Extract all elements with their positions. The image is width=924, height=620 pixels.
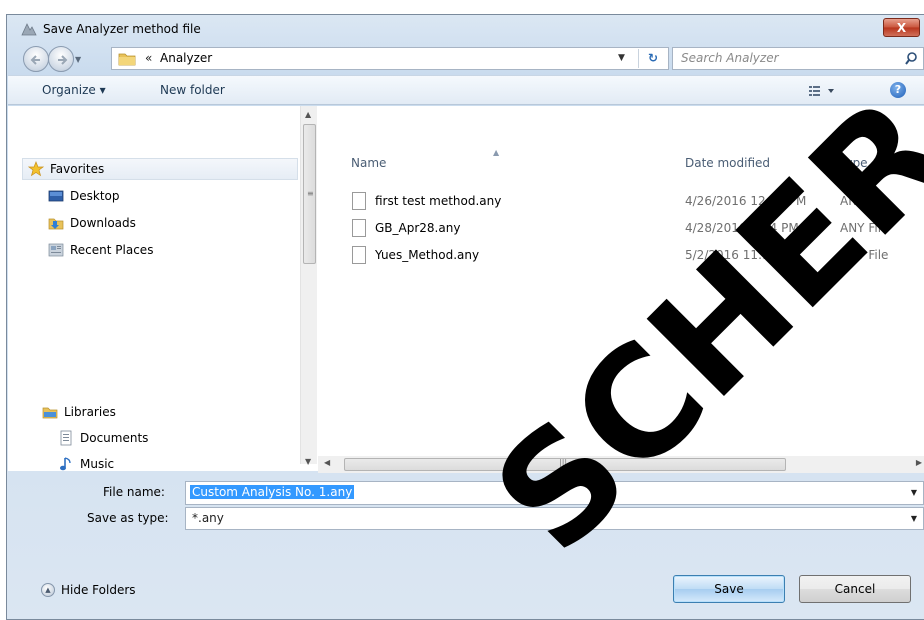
save-type-select[interactable]: *.any ▼: [185, 507, 924, 530]
file-name-field[interactable]: Custom Analysis No. 1.any ▼: [185, 481, 924, 505]
help-icon[interactable]: ?: [890, 82, 906, 98]
recent-locations-dropdown[interactable]: ▼: [75, 55, 81, 64]
column-header-type[interactable]: Type: [840, 156, 868, 170]
nav-favorites[interactable]: Favorites: [28, 159, 104, 179]
command-toolbar: Organize ▾ New folder ?: [8, 75, 924, 105]
refresh-button[interactable]: ↻: [638, 49, 667, 68]
file-name-value: Custom Analysis No. 1.any: [190, 485, 355, 499]
star-icon: [28, 161, 44, 177]
forward-button[interactable]: [48, 46, 74, 72]
view-options-icon[interactable]: [808, 84, 842, 98]
documents-icon: [60, 430, 72, 446]
file-name: first test method.any: [375, 194, 502, 208]
file-date: 4/28/2016 1:24 PM: [685, 221, 799, 235]
scroll-thumb[interactable]: ≡: [303, 124, 316, 264]
nav-libraries-label: Libraries: [64, 405, 116, 419]
nav-music[interactable]: Music: [58, 454, 114, 474]
address-dropdown-arrow[interactable]: ▼: [618, 53, 625, 63]
folder-icon: [118, 53, 136, 66]
nav-documents-label: Documents: [80, 431, 149, 445]
title-bar: Save Analyzer method file X: [7, 15, 924, 43]
address-row: ▼ « Analyzer ▼ ↻ Search Analyzer: [7, 43, 924, 73]
music-icon: [60, 457, 71, 471]
breadcrumb-chevron[interactable]: «: [145, 51, 152, 65]
file-name: GB_Apr28.any: [375, 221, 461, 235]
nav-documents[interactable]: Documents: [58, 428, 148, 448]
navigation-pane: Favorites Desktop Downloads Recent Place…: [8, 106, 298, 471]
scroll-right-arrow[interactable]: ▶: [916, 458, 922, 467]
scroll-grip-icon: ≡: [307, 189, 314, 198]
nav-pane-vertical-scrollbar[interactable]: ▲ ≡ ▼: [300, 106, 317, 466]
collapse-up-icon: ▲: [41, 583, 55, 597]
file-icon: [352, 246, 366, 264]
content-area: Favorites Desktop Downloads Recent Place…: [8, 106, 924, 473]
file-name: Yues_Method.any: [375, 248, 480, 262]
column-header-date-modified[interactable]: Date modified: [685, 156, 770, 170]
search-icon[interactable]: [905, 52, 917, 66]
close-button[interactable]: X: [883, 18, 920, 37]
nav-libraries[interactable]: Libraries: [42, 402, 116, 422]
desktop-icon: [48, 190, 64, 202]
save-dialog: Save Analyzer method file X ▼ « Analyzer…: [6, 14, 924, 620]
nav-recent-places[interactable]: Recent Places: [48, 240, 153, 260]
search-placeholder: Search Analyzer: [681, 51, 779, 65]
address-bar[interactable]: « Analyzer ▼ ↻: [111, 47, 669, 70]
nav-favorites-label: Favorites: [50, 162, 105, 176]
column-header-name[interactable]: Name: [351, 156, 386, 170]
forward-arrow-icon: [58, 55, 68, 65]
back-button[interactable]: [23, 46, 49, 72]
file-type: ANY File: [840, 248, 889, 262]
scroll-thumb[interactable]: |||: [344, 458, 786, 471]
scroll-grip-icon: |||: [559, 458, 568, 467]
nav-recent-places-label: Recent Places: [70, 243, 154, 257]
hide-folders-button[interactable]: ▲ Hide Folders: [41, 583, 136, 597]
file-date: 4/26/2016 12:57 PM: [685, 194, 807, 208]
breadcrumb-analyzer[interactable]: Analyzer: [160, 51, 212, 65]
new-folder-button[interactable]: New folder: [160, 83, 225, 97]
nav-desktop[interactable]: Desktop: [48, 186, 120, 206]
nav-downloads[interactable]: Downloads: [48, 213, 136, 233]
save-type-value: *.any: [192, 511, 224, 525]
back-arrow-icon: [30, 55, 40, 65]
scroll-left-arrow[interactable]: ◀: [324, 458, 330, 467]
nav-music-label: Music: [80, 457, 115, 471]
search-input[interactable]: Search Analyzer: [672, 47, 924, 70]
file-type: ANY File: [840, 194, 889, 208]
file-icon: [352, 219, 366, 237]
file-date: 5/2/2016 11:18 PM: [685, 248, 799, 262]
window-title: Save Analyzer method file: [43, 22, 201, 36]
file-list-horizontal-scrollbar[interactable]: ◀ ||| ▶: [318, 456, 924, 473]
scroll-down-arrow[interactable]: ▼: [305, 457, 311, 466]
libraries-icon: [42, 407, 58, 419]
file-name-dropdown-arrow[interactable]: ▼: [911, 488, 917, 497]
save-type-label: Save as type:: [87, 511, 169, 525]
file-icon: [352, 192, 366, 210]
nav-downloads-label: Downloads: [70, 216, 136, 230]
hide-folders-label: Hide Folders: [61, 583, 136, 597]
sort-ascending-icon: ▲: [493, 148, 500, 157]
organize-button[interactable]: Organize ▾: [42, 83, 106, 97]
file-type: ANY File: [840, 221, 889, 235]
save-type-dropdown-arrow[interactable]: ▼: [911, 514, 917, 523]
downloads-icon: [48, 218, 64, 230]
save-button[interactable]: Save: [673, 575, 785, 603]
scroll-up-arrow[interactable]: ▲: [305, 110, 311, 119]
recent-places-icon: [48, 243, 64, 257]
app-icon: [21, 23, 37, 36]
cancel-button[interactable]: Cancel: [799, 575, 911, 603]
nav-desktop-label: Desktop: [70, 189, 120, 203]
file-list-pane: ▲ Name Date modified Type first test met…: [318, 106, 924, 464]
close-icon: X: [896, 20, 907, 35]
file-name-label: File name:: [103, 485, 165, 499]
